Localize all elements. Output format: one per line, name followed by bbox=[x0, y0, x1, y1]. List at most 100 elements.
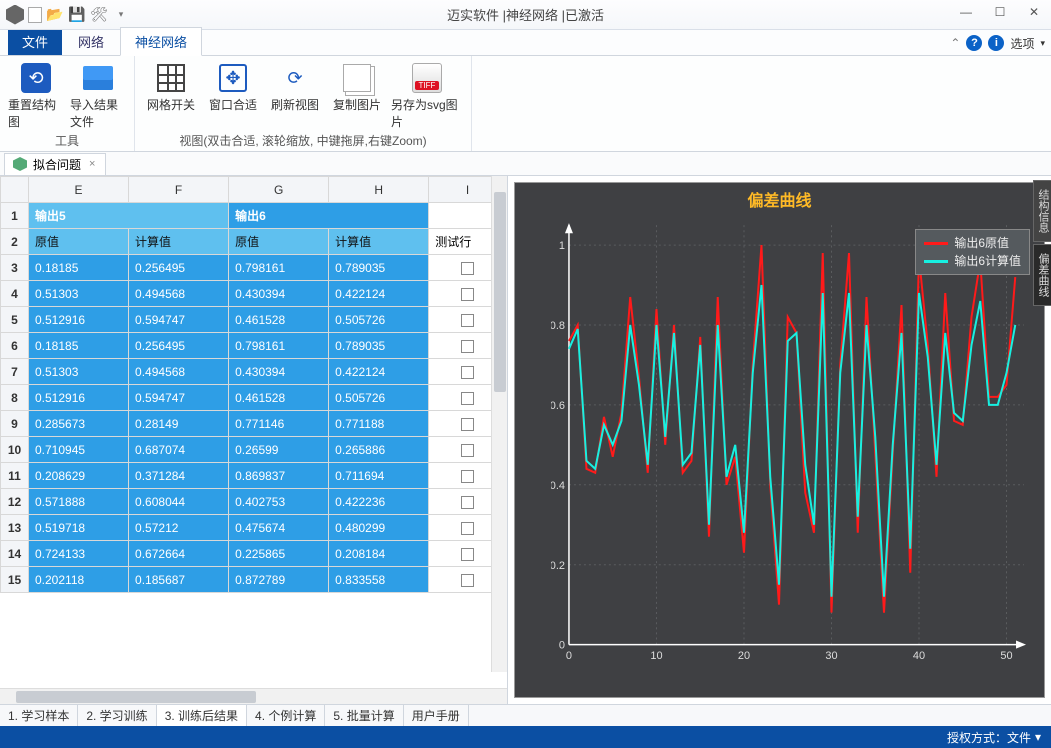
column-header[interactable]: F bbox=[129, 177, 229, 203]
qat-save-icon[interactable]: 💾 bbox=[68, 6, 86, 24]
data-cell[interactable]: 0.185687 bbox=[129, 567, 229, 593]
footer-tab-5[interactable]: 5. 批量计算 bbox=[325, 705, 403, 726]
data-cell[interactable]: 0.202118 bbox=[29, 567, 129, 593]
maximize-button[interactable]: ☐ bbox=[987, 2, 1013, 22]
data-cell[interactable]: 0.608044 bbox=[129, 489, 229, 515]
save-svg-button[interactable]: 另存为svg图片 bbox=[391, 60, 463, 130]
close-button[interactable]: ✕ bbox=[1021, 2, 1047, 22]
data-cell[interactable]: 0.512916 bbox=[29, 307, 129, 333]
row-header[interactable]: 12 bbox=[1, 489, 29, 515]
row-header[interactable]: 3 bbox=[1, 255, 29, 281]
row-header[interactable]: 5 bbox=[1, 307, 29, 333]
footer-tab-6[interactable]: 用户手册 bbox=[404, 705, 469, 726]
options-dropdown-icon[interactable]: ▾ bbox=[1040, 38, 1045, 49]
row-header[interactable]: 4 bbox=[1, 281, 29, 307]
help-icon[interactable]: ? bbox=[966, 35, 982, 51]
checkbox-icon[interactable] bbox=[461, 288, 474, 301]
data-cell[interactable]: 0.724133 bbox=[29, 541, 129, 567]
vertical-scrollbar[interactable] bbox=[491, 176, 507, 672]
data-cell[interactable]: 0.57212 bbox=[129, 515, 229, 541]
data-cell[interactable]: 0.422124 bbox=[329, 359, 429, 385]
qat-new-icon[interactable] bbox=[28, 7, 42, 23]
data-cell[interactable]: 0.51303 bbox=[29, 359, 129, 385]
data-grid[interactable]: EFGHI1输出5输出62原值计算值原值计算值测试行30.181850.2564… bbox=[0, 176, 507, 688]
checkbox-icon[interactable] bbox=[461, 496, 474, 509]
qat-open-icon[interactable]: 📂 bbox=[46, 6, 64, 24]
info-icon[interactable]: i bbox=[988, 35, 1004, 51]
row-header[interactable]: 10 bbox=[1, 437, 29, 463]
checkbox-icon[interactable] bbox=[461, 392, 474, 405]
data-cell[interactable]: 0.833558 bbox=[329, 567, 429, 593]
data-cell[interactable]: 0.265886 bbox=[329, 437, 429, 463]
data-cell[interactable]: 0.672664 bbox=[129, 541, 229, 567]
qat-dropdown-icon[interactable]: ▾ bbox=[112, 6, 130, 24]
footer-tab-3[interactable]: 3. 训练后结果 bbox=[157, 705, 247, 726]
column-header[interactable]: E bbox=[29, 177, 129, 203]
data-cell[interactable]: 0.461528 bbox=[229, 385, 329, 411]
checkbox-icon[interactable] bbox=[461, 522, 474, 535]
data-cell[interactable]: 0.28149 bbox=[129, 411, 229, 437]
row-header[interactable]: 7 bbox=[1, 359, 29, 385]
options-link[interactable]: 选项 bbox=[1010, 35, 1034, 52]
data-cell[interactable]: 0.872789 bbox=[229, 567, 329, 593]
data-cell[interactable]: 0.594747 bbox=[129, 385, 229, 411]
document-tab-close[interactable]: × bbox=[87, 158, 97, 170]
checkbox-icon[interactable] bbox=[461, 314, 474, 327]
row-header[interactable]: 15 bbox=[1, 567, 29, 593]
fit-window-button[interactable]: ✥ 窗口合适 bbox=[205, 60, 261, 130]
data-cell[interactable]: 0.519718 bbox=[29, 515, 129, 541]
footer-tab-4[interactable]: 4. 个例计算 bbox=[247, 705, 325, 726]
checkbox-icon[interactable] bbox=[461, 262, 474, 275]
chart-plot[interactable]: 00.20.40.60.8101020304050 bbox=[551, 219, 1030, 667]
data-cell[interactable]: 0.771146 bbox=[229, 411, 329, 437]
row-header[interactable]: 13 bbox=[1, 515, 29, 541]
checkbox-icon[interactable] bbox=[461, 470, 474, 483]
data-cell[interactable]: 0.18185 bbox=[29, 255, 129, 281]
data-cell[interactable]: 0.505726 bbox=[329, 307, 429, 333]
data-cell[interactable]: 0.285673 bbox=[29, 411, 129, 437]
data-cell[interactable]: 0.475674 bbox=[229, 515, 329, 541]
data-cell[interactable]: 0.869837 bbox=[229, 463, 329, 489]
data-cell[interactable]: 0.594747 bbox=[129, 307, 229, 333]
data-cell[interactable]: 0.225865 bbox=[229, 541, 329, 567]
row-header[interactable]: 2 bbox=[1, 229, 29, 255]
sidetab-deviation[interactable]: 偏差曲线 bbox=[1033, 244, 1051, 306]
checkbox-icon[interactable] bbox=[461, 366, 474, 379]
tab-file[interactable]: 文件 bbox=[8, 28, 62, 55]
data-cell[interactable]: 0.422124 bbox=[329, 281, 429, 307]
data-cell[interactable]: 0.711694 bbox=[329, 463, 429, 489]
tab-neural-network[interactable]: 神经网络 bbox=[120, 27, 202, 56]
data-cell[interactable]: 0.798161 bbox=[229, 255, 329, 281]
grid-toggle-button[interactable]: 网格开关 bbox=[143, 60, 199, 130]
data-cell[interactable]: 0.430394 bbox=[229, 281, 329, 307]
data-cell[interactable]: 0.494568 bbox=[129, 359, 229, 385]
data-cell[interactable]: 0.422236 bbox=[329, 489, 429, 515]
horizontal-scrollbar[interactable] bbox=[0, 688, 507, 704]
tab-network[interactable]: 网络 bbox=[64, 28, 118, 55]
sidetab-structure[interactable]: 结构信息 bbox=[1033, 180, 1051, 242]
row-header[interactable]: 1 bbox=[1, 203, 29, 229]
checkbox-icon[interactable] bbox=[461, 574, 474, 587]
footer-tab-1[interactable]: 1. 学习样本 bbox=[0, 705, 78, 726]
column-header[interactable]: G bbox=[229, 177, 329, 203]
data-cell[interactable]: 0.461528 bbox=[229, 307, 329, 333]
data-cell[interactable]: 0.402753 bbox=[229, 489, 329, 515]
document-tab[interactable]: 拟合问题 × bbox=[4, 153, 106, 175]
row-header[interactable]: 9 bbox=[1, 411, 29, 437]
row-header[interactable]: 6 bbox=[1, 333, 29, 359]
refresh-view-button[interactable]: ⟳ 刷新视图 bbox=[267, 60, 323, 130]
checkbox-icon[interactable] bbox=[461, 548, 474, 561]
row-header[interactable]: 11 bbox=[1, 463, 29, 489]
row-header[interactable]: 8 bbox=[1, 385, 29, 411]
status-dropdown-icon[interactable]: ▾ bbox=[1035, 730, 1041, 744]
checkbox-icon[interactable] bbox=[461, 444, 474, 457]
minimize-button[interactable]: — bbox=[953, 2, 979, 22]
data-cell[interactable]: 0.710945 bbox=[29, 437, 129, 463]
data-cell[interactable]: 0.18185 bbox=[29, 333, 129, 359]
data-cell[interactable]: 0.430394 bbox=[229, 359, 329, 385]
data-cell[interactable]: 0.505726 bbox=[329, 385, 429, 411]
copy-image-button[interactable]: 复制图片 bbox=[329, 60, 385, 130]
reset-structure-button[interactable]: ⟲ 重置结构图 bbox=[8, 60, 64, 130]
footer-tab-2[interactable]: 2. 学习训练 bbox=[78, 705, 156, 726]
qat-tools-icon[interactable]: 🛠 bbox=[90, 6, 108, 24]
